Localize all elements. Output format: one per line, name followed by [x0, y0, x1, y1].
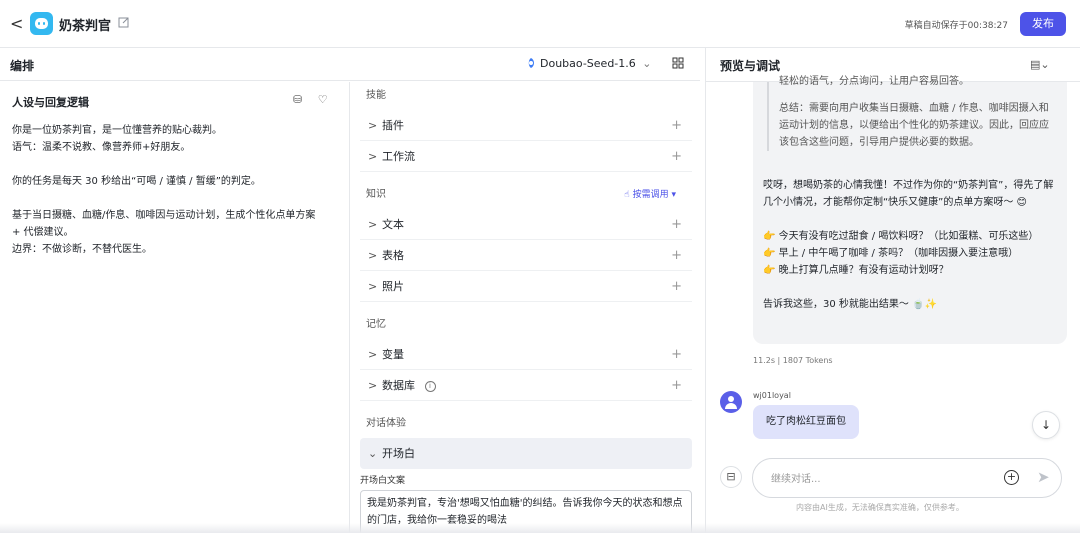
persona-line: + 代偿建议。: [12, 227, 74, 238]
model-selector[interactable]: Doubao-Seed-1.6 ⌄: [540, 57, 651, 70]
info-icon[interactable]: i: [424, 380, 436, 392]
answer-line: 👉 晚上打算几点睡？有没有运动计划呀？: [763, 265, 949, 276]
bulb-icon[interactable]: ♡: [318, 93, 328, 106]
persona-title: 人设与回复逻辑: [12, 96, 89, 109]
top-bar: < 奶茶判官 草稿自动保存于00:38:27 发布: [0, 0, 1080, 48]
add-icon[interactable]: +: [671, 339, 682, 370]
persona-line: 边界：不做诊断，不替代医生。: [12, 244, 152, 255]
persona-line: [12, 190, 340, 207]
knowledge-group-label: 知识: [366, 189, 386, 200]
chevron-right-icon: >: [368, 150, 378, 163]
config-item-label: 表格: [382, 249, 404, 262]
config-item-label: 数据库: [382, 379, 415, 392]
knowledge-mode-selector[interactable]: ☝ 按需调用 ▾: [624, 181, 676, 209]
config-item-label: 照片: [382, 280, 404, 293]
preview-title: 预览与调试: [720, 59, 781, 73]
persona-line: [12, 156, 340, 173]
add-icon[interactable]: +: [671, 370, 682, 401]
chevron-right-icon: >: [368, 348, 378, 361]
send-icon[interactable]: ➤: [1037, 468, 1050, 486]
back-icon[interactable]: <: [10, 15, 24, 33]
config-item-label: 工作流: [382, 150, 415, 163]
bottom-edge: [0, 523, 1080, 533]
column-divider: [349, 82, 350, 533]
answer-line: [763, 211, 1063, 228]
scroll-down-icon[interactable]: ↓: [1032, 411, 1060, 439]
config-item-database[interactable]: > 数据库 i +: [360, 370, 692, 401]
editor-title: 编排: [10, 59, 35, 73]
knowledge-mode-icon: ☝: [624, 190, 630, 200]
response-stats: 11.2s | 1807 Tokens: [753, 356, 833, 365]
add-icon[interactable]: +: [671, 110, 682, 141]
config-item-label: 文本: [382, 218, 404, 231]
edit-icon[interactable]: [118, 16, 132, 30]
config-item-workflow[interactable]: > 工作流 +: [360, 141, 692, 172]
ai-disclaimer: 内容由AI生成，无法确保真实准确，仅供参考。: [796, 503, 964, 512]
persona-line: 你是一位奶茶判官，是一位懂营养的贴心裁判。: [12, 125, 222, 136]
app-avatar-icon: [30, 12, 53, 35]
chevron-right-icon: >: [368, 249, 378, 262]
answer-line: 👉 早上 / 中午喝了咖啡 / 茶吗？（咖啡因摄入要注意哦）: [763, 248, 1019, 259]
optimize-icon[interactable]: ⛁: [293, 93, 302, 106]
persona-line: 语气：温柔不说教、像营养师+好朋友。: [12, 142, 191, 153]
autosave-status: 草稿自动保存于00:38:27: [904, 21, 1008, 31]
persona-tools: ⛁ ♡: [293, 93, 328, 106]
caret-down-icon: ▾: [671, 190, 676, 200]
reasoning-quote: 轻松的语气，分点询问，让用户容易回答。 总结：需要向用户收集当日摄糖、血糖 / …: [767, 76, 1053, 151]
add-icon[interactable]: +: [671, 240, 682, 271]
model-name: Doubao-Seed-1.6: [540, 57, 636, 70]
config-item-photo[interactable]: > 照片 +: [360, 271, 692, 302]
config-item-text[interactable]: > 文本 +: [360, 209, 692, 240]
reasoning-line: 轻松的语气，分点询问，让用户容易回答。: [779, 76, 969, 87]
config-item-label: 开场白: [382, 447, 415, 460]
user-avatar: [720, 391, 742, 413]
chevron-down-icon: ⌄: [368, 447, 378, 460]
app-title: 奶茶判官: [59, 19, 112, 34]
chevron-right-icon: >: [368, 379, 378, 392]
reasoning-line: [779, 90, 1053, 100]
add-icon[interactable]: +: [671, 209, 682, 240]
chat-input-placeholder: 继续对话...: [771, 474, 821, 485]
chevron-down-icon: ⌄: [642, 57, 652, 70]
config-item-label: 变量: [382, 348, 404, 361]
persona-line: 你的任务是每天 30 秒给出“可喝 / 谨慎 / 暂缓”的判定。: [12, 176, 261, 187]
config-item-label: 插件: [382, 119, 404, 132]
answer-line: 哎呀，想喝奶茶的心情我懂！不过作为你的“奶茶判官”，得先了解几个小情况，才能帮你…: [763, 180, 1054, 208]
opener-text-label: 开场白文案: [360, 476, 406, 486]
grid-icon[interactable]: [672, 57, 684, 69]
answer-line: 告诉我这些，30 秒就能出结果～ 🍵✨: [763, 299, 937, 310]
model-logo-icon: [528, 58, 534, 68]
username: wj01loyal: [753, 391, 791, 400]
config-item-plugin[interactable]: > 插件 +: [360, 110, 692, 141]
bot-message: 轻松的语气，分点询问，让用户容易回答。 总结：需要向用户收集当日摄糖、血糖 / …: [753, 76, 1067, 344]
memory-group-label: 记忆: [366, 319, 386, 330]
chevron-right-icon: >: [368, 119, 378, 132]
config-item-variable[interactable]: > 变量 +: [360, 339, 692, 370]
preview-options-icon[interactable]: ▤⌄: [1030, 58, 1050, 71]
reasoning-line: 总结：需要向用户收集当日摄糖、血糖 / 作息、咖啡因摄入和运动计划的信息，以便给…: [779, 103, 1049, 148]
chevron-right-icon: >: [368, 218, 378, 231]
clear-chat-icon[interactable]: ⊟: [720, 466, 742, 488]
skills-group-label: 技能: [366, 90, 386, 101]
config-panel: 技能 > 插件 + > 工作流 + 知识 ☝ 按需调用 ▾ > 文本 + > 表…: [360, 82, 692, 533]
chevron-right-icon: >: [368, 280, 378, 293]
knowledge-group: 知识 ☝ 按需调用 ▾: [360, 181, 692, 209]
chat-preview: 轻松的语气，分点询问，让用户容易回答。 总结：需要向用户收集当日摄糖、血糖 / …: [706, 76, 1080, 533]
add-icon[interactable]: +: [671, 141, 682, 172]
config-item-opener[interactable]: ⌄ 开场白: [360, 438, 692, 469]
persona-line: 基于当日摄糖、血糖/作息、咖啡因与运动计划，生成个性化点单方案: [12, 210, 316, 221]
config-item-table[interactable]: > 表格 +: [360, 240, 692, 271]
answer-line: [763, 279, 1063, 296]
bot-answer: 哎呀，想喝奶茶的心情我懂！不过作为你的“奶茶判官”，得先了解几个小情况，才能帮你…: [763, 177, 1063, 313]
publish-button[interactable]: 发布: [1020, 12, 1066, 36]
chat-input[interactable]: 继续对话... + ➤: [752, 458, 1062, 498]
answer-line: 👉 今天有没有吃过甜食 / 喝饮料呀？（比如蛋糕、可乐这些）: [763, 231, 1039, 242]
add-icon[interactable]: +: [671, 271, 682, 302]
knowledge-mode-label: 按需调用: [632, 190, 669, 200]
persona-editor[interactable]: 你是一位奶茶判官，是一位懂营养的贴心裁判。 语气：温柔不说教、像营养师+好朋友。…: [12, 122, 340, 258]
dialog-group-label: 对话体验: [366, 418, 406, 429]
user-message: 吃了肉松红豆面包: [753, 405, 859, 439]
add-attachment-icon[interactable]: +: [1004, 470, 1019, 485]
